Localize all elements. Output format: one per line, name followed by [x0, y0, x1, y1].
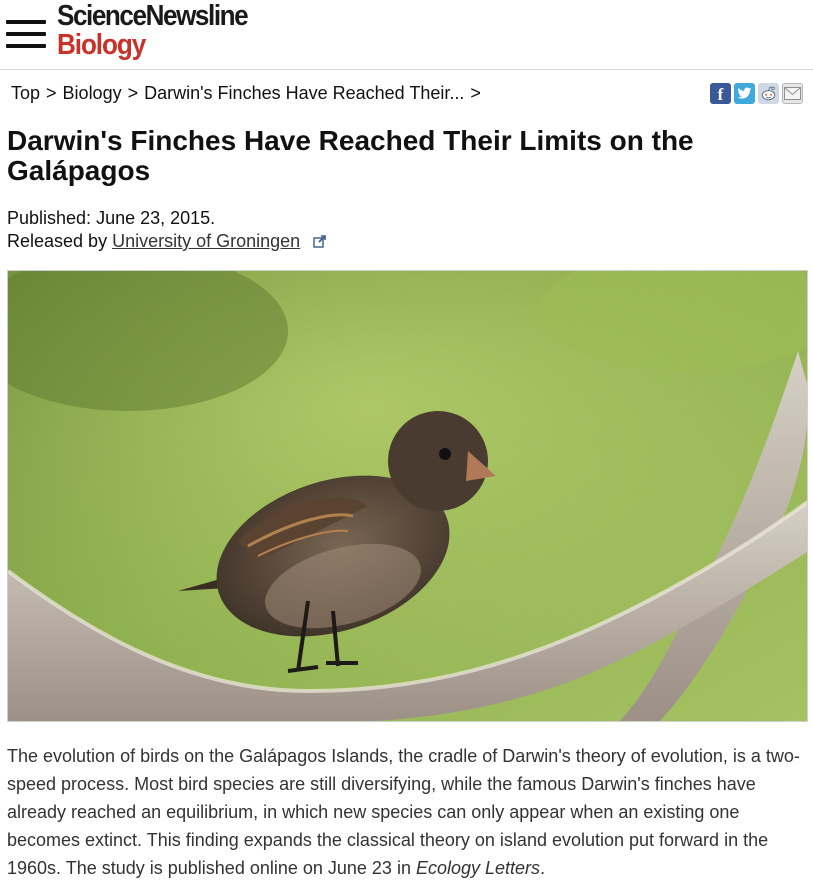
menu-bar — [6, 20, 46, 24]
source-link[interactable]: University of Groningen — [112, 231, 300, 251]
reddit-icon — [761, 86, 776, 101]
site-logo[interactable]: ScienceNewsline Biology — [57, 1, 268, 60]
brand-section: Biology — [57, 29, 146, 61]
released-label: Released by — [7, 231, 108, 251]
article-body: The evolution of birds on the Galápagos … — [7, 742, 807, 882]
breadcrumb-separator: > — [127, 83, 139, 103]
published-label: Published: — [7, 208, 92, 228]
article-title: Darwin's Finches Have Reached Their Limi… — [7, 125, 694, 186]
breadcrumb-biology[interactable]: Biology — [63, 83, 122, 103]
breadcrumb-separator: > — [470, 83, 481, 103]
breadcrumb-top[interactable]: Top — [11, 83, 40, 103]
body-paragraph: The evolution of birds on the Galápagos … — [7, 746, 800, 878]
site-header: ScienceNewsline Biology — [0, 0, 813, 70]
reddit-share-button[interactable] — [758, 83, 779, 104]
twitter-icon — [737, 87, 752, 99]
menu-bar — [6, 44, 46, 48]
article-image — [7, 270, 808, 722]
journal-name: Ecology Letters — [415, 858, 541, 878]
published-line: Published: June 23, 2015. — [7, 207, 326, 230]
email-share-button[interactable] — [782, 83, 803, 104]
menu-bar — [6, 32, 46, 36]
external-link-icon[interactable] — [313, 235, 327, 248]
breadcrumb-article[interactable]: Darwin's Finches Have Reached Their... — [144, 83, 464, 103]
finch-on-branch-image — [8, 271, 807, 721]
email-icon — [784, 87, 801, 100]
published-date: June 23, 2015. — [96, 208, 216, 228]
facebook-share-button[interactable]: f — [710, 83, 731, 104]
twitter-share-button[interactable] — [734, 83, 755, 104]
body-end: . — [540, 858, 546, 878]
facebook-icon: f — [717, 85, 724, 104]
share-bar: f — [710, 83, 803, 104]
brand-name: ScienceNewsline — [57, 0, 249, 32]
article-meta: Published: June 23, 2015. Released by Un… — [7, 207, 327, 253]
menu-icon[interactable] — [6, 20, 46, 50]
released-line: Released by University of Groningen — [7, 230, 327, 253]
breadcrumb-separator: > — [46, 83, 57, 103]
breadcrumb: Top > Biology > Darwin's Finches Have Reache… — [11, 83, 487, 104]
